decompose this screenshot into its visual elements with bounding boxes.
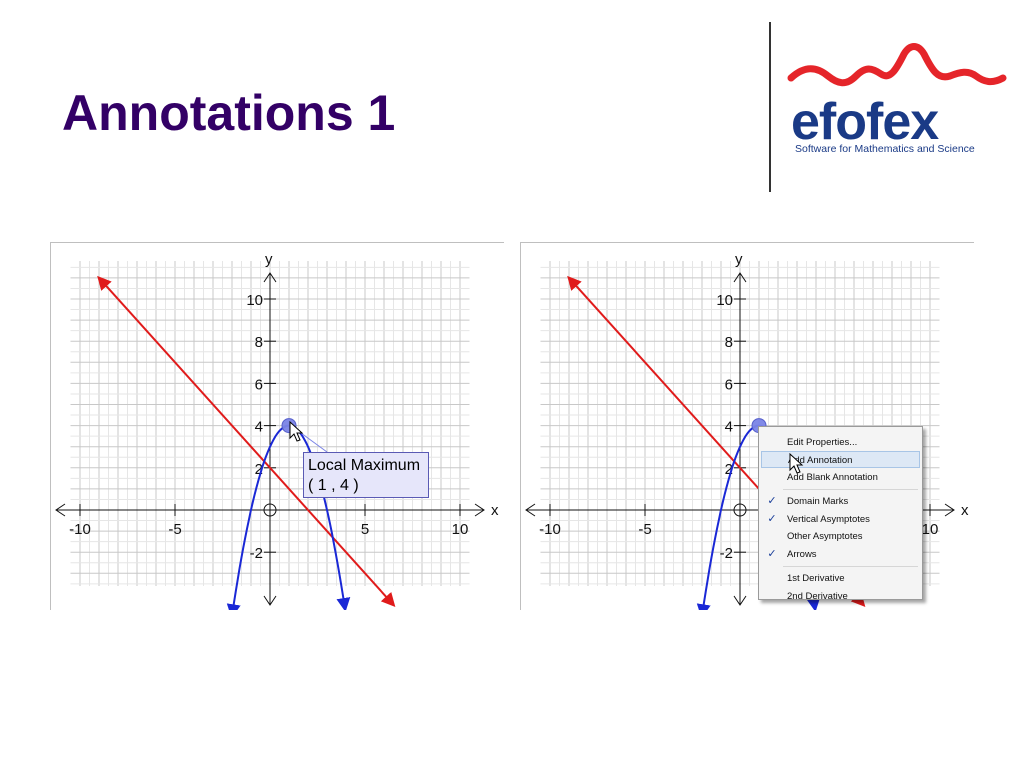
y-tick-label: -2 — [720, 545, 733, 562]
menu-separator — [783, 566, 918, 567]
y-tick-label: 6 — [255, 376, 263, 393]
mouse-pointer-icon — [289, 421, 304, 442]
menu-item-edit-properties[interactable]: Edit Properties... — [761, 434, 920, 451]
x-tick-label: -5 — [638, 521, 651, 538]
annotation-title: Local Maximum — [308, 457, 421, 474]
y-tick-label: 4 — [725, 419, 733, 436]
context-menu[interactable]: Edit Properties... Add Annotation Add Bl… — [758, 426, 923, 602]
menu-item-domain-marks[interactable]: ✓ Domain Marks — [761, 493, 920, 510]
checkmark-icon: ✓ — [767, 513, 777, 525]
checkmark-icon: ✓ — [767, 495, 777, 507]
y-tick-label: 10 — [246, 292, 263, 309]
y-axis-label: y — [265, 251, 273, 268]
title-divider — [769, 22, 771, 192]
x-tick-label: 10 — [922, 521, 939, 538]
menu-item-arrows[interactable]: ✓ Arrows — [761, 546, 920, 563]
x-tick-label: 10 — [452, 521, 469, 538]
line-series — [97, 275, 396, 608]
y-tick-label: 6 — [725, 376, 733, 393]
x-axis-label: x — [491, 502, 499, 519]
y-tick-label: 8 — [255, 334, 263, 351]
mouse-pointer-icon — [789, 453, 804, 474]
menu-item-other-asymptotes[interactable]: Other Asymptotes — [761, 528, 920, 545]
menu-item-add-annotation[interactable]: Add Annotation — [761, 451, 920, 468]
x-tick-label: 5 — [361, 521, 369, 538]
x-axis-label: x — [961, 502, 969, 519]
y-tick-label: 10 — [716, 292, 733, 309]
logo-wordmark: efofex — [791, 93, 939, 151]
menu-item-add-blank-annotation[interactable]: Add Blank Annotation — [761, 469, 920, 486]
menu-item-1st-derivative[interactable]: 1st Derivative — [761, 570, 920, 587]
x-tick-label: -10 — [69, 521, 91, 538]
graph-panel-left[interactable]: x y -10 -5 5 10 10 8 6 4 2 -2 Local Maximum ( 1 , 4… — [50, 242, 504, 610]
menu-item-vertical-asymptotes[interactable]: ✓ Vertical Asymptotes — [761, 511, 920, 528]
annotation-coordinates: ( 1 , 4 ) — [308, 477, 359, 494]
efofex-logo: efofex Software for Mathematics and Scie… — [786, 40, 1008, 164]
graph-plot-left[interactable]: xy-10 -5 5 10108642-2 — [51, 243, 504, 610]
y-tick-label: 8 — [725, 334, 733, 351]
menu-item-2nd-derivative[interactable]: 2nd Derivative — [761, 588, 920, 605]
y-tick-label: 4 — [255, 419, 263, 436]
logo-tagline: Software for Mathematics and Science — [795, 143, 975, 155]
annotation-box[interactable]: Local Maximum ( 1 , 4 ) — [303, 452, 429, 498]
y-tick-label: -2 — [250, 545, 263, 562]
menu-separator — [783, 489, 918, 490]
y-axis-label: y — [735, 251, 743, 268]
x-tick-label: -10 — [539, 521, 561, 538]
slide-title: Annotations 1 — [62, 85, 396, 141]
logo-wave-icon — [787, 43, 1007, 87]
x-tick-label: -5 — [168, 521, 181, 538]
graph-panel-right[interactable]: xy-10-5510108642-2 Edit Properties... Ad… — [520, 242, 974, 610]
checkmark-icon: ✓ — [767, 548, 777, 560]
